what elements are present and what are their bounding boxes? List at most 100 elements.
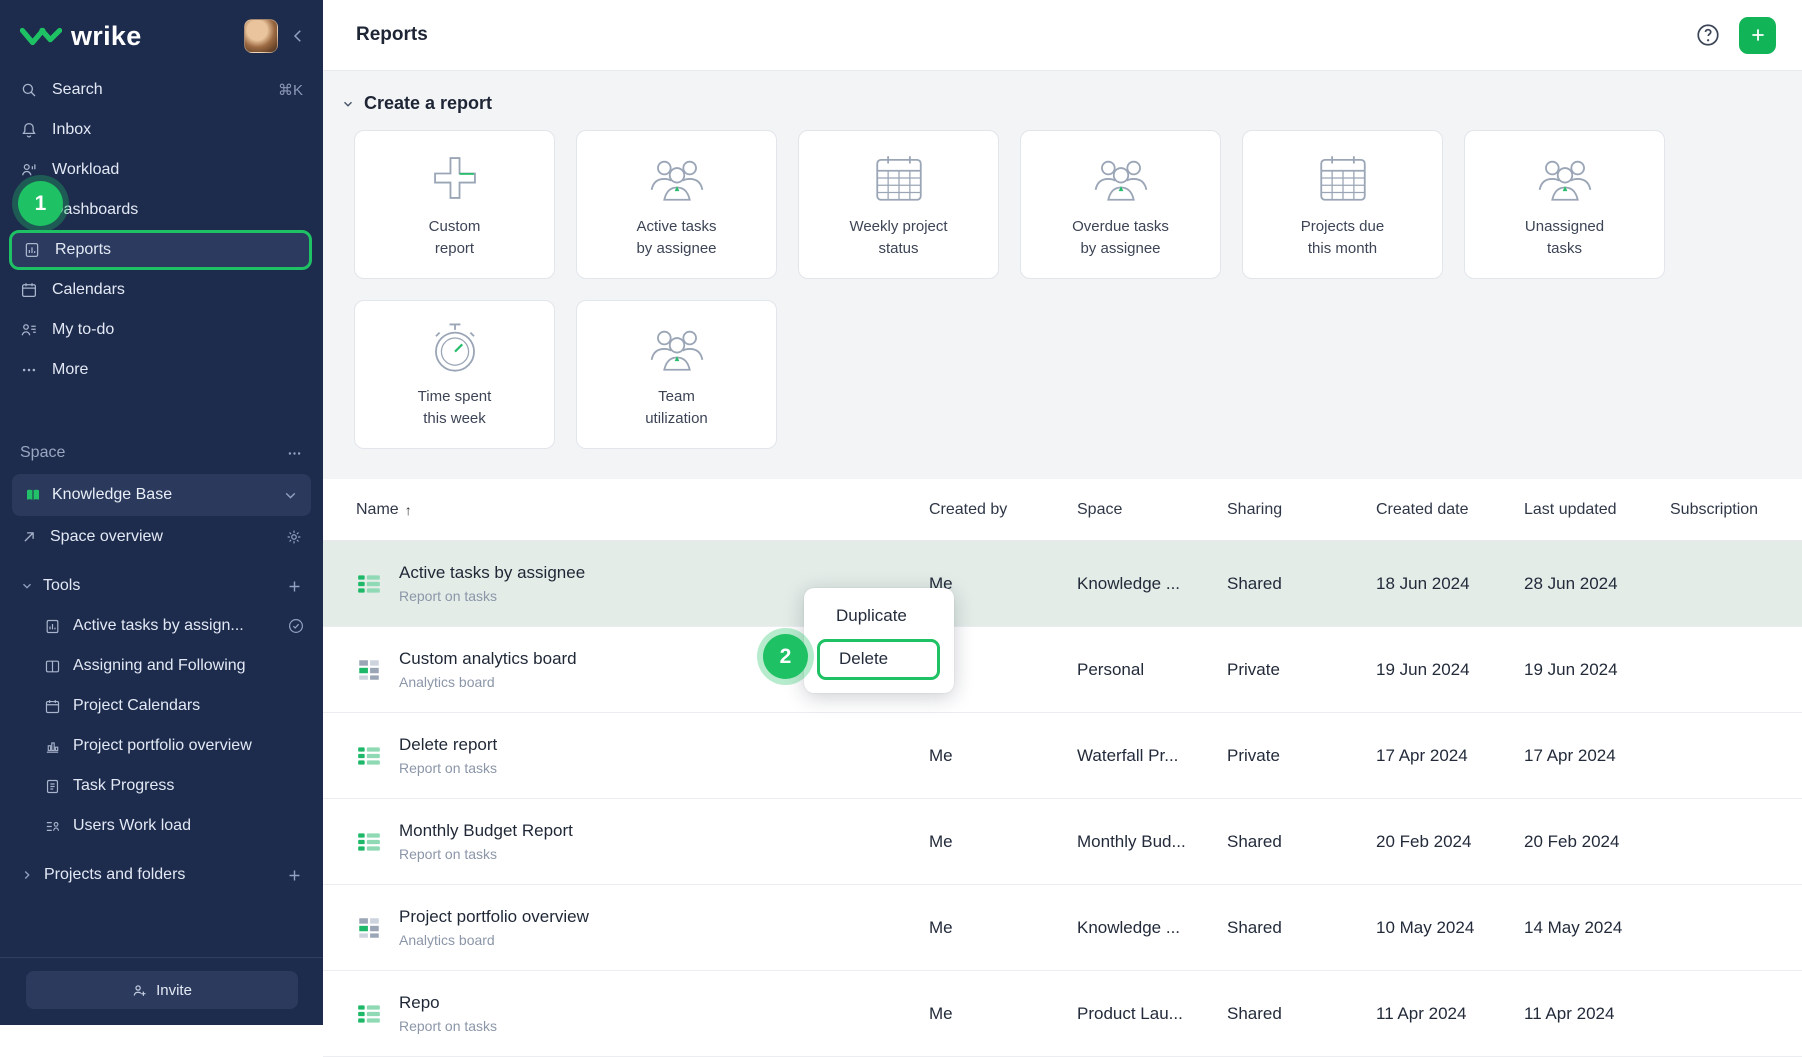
reports-icon — [23, 241, 41, 259]
create-new-button[interactable] — [1739, 17, 1776, 54]
user-avatar[interactable] — [244, 19, 278, 53]
table-row[interactable]: Custom analytics board Analytics board M… — [323, 627, 1802, 713]
report-rows-icon — [356, 829, 382, 855]
sort-ascending-icon: ↑ — [405, 502, 412, 518]
cell-last-updated: 17 Apr 2024 — [1524, 746, 1670, 766]
sidebar-item-space-overview[interactable]: Space overview — [0, 516, 323, 558]
tool-item-active-tasks[interactable]: Active tasks by assign... — [0, 606, 323, 646]
tool-item-project-portfolio[interactable]: Project portfolio overview — [0, 726, 323, 766]
report-name: Project portfolio overview — [399, 907, 589, 927]
tool-item-task-progress[interactable]: Task Progress — [0, 766, 323, 806]
sidebar-item-projects-folders[interactable]: Projects and folders — [0, 854, 323, 896]
template-label: Custom — [429, 216, 481, 239]
cell-space: Product Lau... — [1077, 1004, 1227, 1024]
space-selector-label: Knowledge Base — [52, 486, 172, 504]
column-header-subscription[interactable]: Subscription — [1670, 501, 1802, 519]
column-header-created-by[interactable]: Created by — [929, 501, 1077, 519]
invite-label: Invite — [156, 982, 192, 999]
wrike-logo-icon — [20, 22, 62, 50]
column-header-sharing[interactable]: Sharing — [1227, 501, 1376, 519]
sidebar-item-my-todo[interactable]: My to-do — [0, 310, 323, 350]
calendar-icon — [20, 281, 38, 299]
main-content: Reports Create a report Custom report Ac… — [323, 0, 1802, 1025]
template-weekly-status[interactable]: Weekly project status — [798, 130, 999, 279]
report-name: Monthly Budget Report — [399, 821, 573, 841]
column-header-space[interactable]: Space — [1077, 501, 1227, 519]
create-report-header[interactable]: Create a report — [341, 93, 1772, 114]
sidebar-item-label: Search — [52, 81, 103, 99]
tools-section-header[interactable]: Tools — [0, 566, 323, 606]
sidebar-item-search[interactable]: Search ⌘K — [0, 70, 323, 110]
table-row[interactable]: Project portfolio overview Analytics boa… — [323, 885, 1802, 971]
report-subtitle: Report on tasks — [399, 846, 573, 862]
template-overdue-tasks[interactable]: Overdue tasks by assignee — [1020, 130, 1221, 279]
page-title: Reports — [356, 24, 428, 46]
table-row[interactable]: Monthly Budget Report Report on tasks Me… — [323, 799, 1802, 885]
tool-item-project-calendars[interactable]: Project Calendars — [0, 686, 323, 726]
invite-button[interactable]: Invite — [26, 971, 298, 1009]
template-label: Active tasks — [636, 216, 716, 239]
bell-icon — [20, 121, 38, 139]
step-1-badge: 1 — [18, 181, 63, 226]
space-menu-icon[interactable] — [286, 445, 303, 462]
table-row[interactable]: Delete report Report on tasks Me Waterfa… — [323, 713, 1802, 799]
template-unassigned-tasks[interactable]: Unassigned tasks — [1464, 130, 1665, 279]
brand-name: wrike — [71, 21, 142, 52]
cell-created-date: 20 Feb 2024 — [1376, 832, 1524, 852]
sidebar-item-more[interactable]: More — [0, 350, 323, 390]
column-header-name[interactable]: Name ↑ — [356, 501, 929, 519]
report-rows-icon — [356, 743, 382, 769]
step-2-badge: 2 — [763, 634, 808, 679]
cell-space: Monthly Bud... — [1077, 832, 1227, 852]
cell-created-by: Me — [929, 746, 1077, 766]
space-selector[interactable]: Knowledge Base — [12, 474, 311, 516]
template-label: by assignee — [1080, 238, 1160, 261]
tools-title: Tools — [43, 577, 80, 595]
template-active-tasks[interactable]: Active tasks by assignee — [576, 130, 777, 279]
sidebar-item-reports[interactable]: Reports — [9, 230, 312, 270]
template-team-utilization[interactable]: Team utilization — [576, 300, 777, 449]
cell-space: Knowledge ... — [1077, 574, 1227, 594]
sidebar-item-inbox[interactable]: Inbox — [0, 110, 323, 150]
column-header-created-date[interactable]: Created date — [1376, 501, 1524, 519]
menu-item-duplicate[interactable]: Duplicate — [804, 595, 954, 639]
report-name: Active tasks by assignee — [399, 563, 585, 583]
add-tool-icon[interactable] — [286, 578, 303, 595]
cell-created-date: 17 Apr 2024 — [1376, 746, 1524, 766]
cell-last-updated: 28 Jun 2024 — [1524, 574, 1670, 594]
template-label: Weekly project — [849, 216, 947, 239]
space-overview-label: Space overview — [50, 528, 163, 546]
create-report-section: Create a report Custom report Active tas… — [323, 71, 1802, 479]
team-template-icon — [646, 319, 708, 377]
sidebar: wrike Search ⌘K Inbox Workload Dashboard… — [0, 0, 323, 1025]
add-project-icon[interactable] — [286, 867, 303, 884]
sidebar-item-label: Calendars — [52, 281, 125, 299]
table-row[interactable]: Active tasks by assignee Report on tasks… — [323, 541, 1802, 627]
sidebar-item-label: Workload — [52, 161, 119, 179]
template-label: Team — [658, 386, 695, 409]
sidebar-item-calendars[interactable]: Calendars — [0, 270, 323, 310]
collapse-sidebar-button[interactable] — [287, 25, 309, 47]
template-custom-report[interactable]: Custom report — [354, 130, 555, 279]
template-label: this month — [1308, 238, 1377, 261]
template-label: status — [878, 238, 918, 261]
chevron-down-icon — [341, 97, 355, 111]
cell-space: Personal — [1077, 660, 1227, 680]
tool-item-label: Project portfolio overview — [73, 737, 252, 755]
column-header-last-updated[interactable]: Last updated — [1524, 501, 1670, 519]
bar-chart-icon — [44, 738, 61, 755]
template-projects-due[interactable]: Projects due this month — [1242, 130, 1443, 279]
cell-created-by: Me — [929, 1004, 1077, 1024]
tool-item-assigning-following[interactable]: Assigning and Following — [0, 646, 323, 686]
invite-user-icon — [131, 982, 148, 999]
more-dots-icon — [20, 361, 38, 379]
plus-template-icon — [424, 149, 486, 207]
cell-last-updated: 20 Feb 2024 — [1524, 832, 1670, 852]
help-button[interactable] — [1693, 20, 1723, 50]
space-section-header: Space — [0, 444, 323, 462]
menu-item-delete[interactable]: Delete — [820, 642, 937, 677]
template-time-spent[interactable]: Time spent this week — [354, 300, 555, 449]
gear-icon[interactable] — [285, 528, 303, 546]
table-row[interactable]: Repo Report on tasks Me Product Lau... S… — [323, 971, 1802, 1057]
tool-item-users-workload[interactable]: Users Work load — [0, 806, 323, 846]
